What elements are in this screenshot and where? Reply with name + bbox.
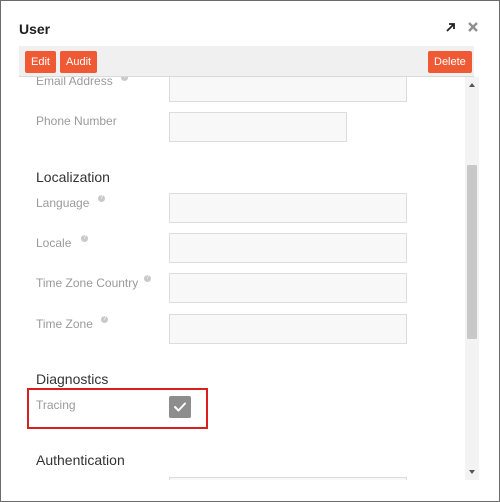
email-field[interactable] xyxy=(169,77,407,102)
phone-field[interactable] xyxy=(169,112,347,142)
toolbar: Edit Audit Delete xyxy=(19,46,474,77)
scroll-thumb[interactable] xyxy=(467,165,477,339)
scrollbar[interactable] xyxy=(465,77,479,480)
localization-heading: Localization xyxy=(36,169,110,185)
help-icon: ? xyxy=(121,77,128,81)
email-label: Email Address xyxy=(36,77,113,88)
diagnostics-heading: Diagnostics xyxy=(36,371,109,387)
locale-label: Locale xyxy=(36,236,72,250)
close-icon[interactable] xyxy=(467,21,479,33)
edit-button[interactable]: Edit xyxy=(25,51,56,73)
delete-button[interactable]: Delete xyxy=(428,51,472,73)
window-controls xyxy=(445,21,479,33)
tz-country-field[interactable] xyxy=(169,273,407,303)
user-dialog: User Edit Audit Delete Email Address ? P… xyxy=(0,0,500,502)
tracing-highlight-box xyxy=(27,388,208,429)
language-field[interactable] xyxy=(169,193,407,223)
help-icon: ? xyxy=(101,316,108,323)
audit-button[interactable]: Audit xyxy=(60,51,98,73)
help-icon: ? xyxy=(144,275,151,282)
tz-label: Time Zone xyxy=(36,317,93,331)
scroll-down-arrow-icon[interactable] xyxy=(468,468,476,476)
language-label: Language xyxy=(36,196,90,210)
help-icon: ? xyxy=(98,195,105,202)
help-icon: ? xyxy=(81,235,88,242)
authentication-heading: Authentication xyxy=(36,452,125,468)
phone-label: Phone Number xyxy=(36,114,117,128)
authentication-field[interactable] xyxy=(169,477,407,480)
dialog-title: User xyxy=(19,21,51,37)
tz-country-label: Time Zone Country xyxy=(36,276,139,290)
scroll-up-arrow-icon[interactable] xyxy=(468,81,476,89)
locale-field[interactable] xyxy=(169,233,407,263)
tz-field[interactable] xyxy=(169,314,407,344)
expand-arrow-icon[interactable] xyxy=(445,21,457,33)
